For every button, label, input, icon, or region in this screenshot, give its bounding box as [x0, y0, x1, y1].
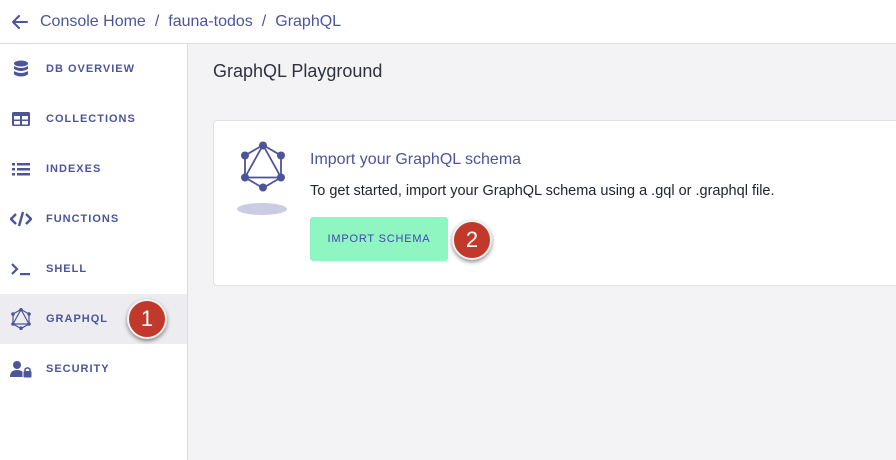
- graphql-logo-icon: [236, 141, 290, 221]
- sidebar-item-label: INDEXES: [46, 163, 102, 175]
- sidebar-item-label: GRAPHQL: [46, 313, 108, 325]
- sidebar-item-label: FUNCTIONS: [46, 213, 120, 225]
- database-icon: [10, 58, 32, 80]
- card-title: Import your GraphQL schema: [310, 151, 522, 168]
- sidebar-item-db-overview[interactable]: DB OVERVIEW: [0, 44, 187, 94]
- sidebar-item-label: DB OVERVIEW: [46, 63, 136, 75]
- table-icon: [10, 108, 32, 130]
- page-title: GraphQL Playground: [213, 61, 383, 81]
- code-icon: [10, 208, 32, 230]
- breadcrumb-separator: /: [261, 12, 267, 30]
- breadcrumb-database[interactable]: fauna-todos: [168, 13, 253, 31]
- step-badge-2: 2: [452, 220, 492, 260]
- import-schema-card: Import your GraphQL schema To get starte…: [213, 120, 896, 286]
- step-badge-1: 1: [127, 299, 167, 339]
- sidebar-item-label: SHELL: [46, 263, 88, 275]
- arrow-left-icon: [12, 14, 28, 29]
- card-description: To get started, import your GraphQL sche…: [310, 183, 775, 199]
- graphql-icon: [10, 308, 32, 330]
- breadcrumb-console-home[interactable]: Console Home: [40, 13, 146, 31]
- breadcrumb-separator: /: [154, 12, 160, 30]
- top-bar: Console Home / fauna-todos / GraphQL: [0, 0, 896, 44]
- users-lock-icon: [10, 358, 32, 380]
- sidebar-item-indexes[interactable]: INDEXES: [0, 144, 187, 194]
- terminal-icon: [10, 258, 32, 280]
- sidebar-item-shell[interactable]: SHELL: [0, 244, 187, 294]
- list-icon: [10, 158, 32, 180]
- main-content: GraphQL Playground Import your GraphQL s…: [189, 44, 896, 460]
- sidebar-item-security[interactable]: SECURITY: [0, 344, 187, 394]
- breadcrumb: Console Home / fauna-todos / GraphQL: [40, 13, 341, 31]
- sidebar-item-functions[interactable]: FUNCTIONS: [0, 194, 187, 244]
- back-button[interactable]: [0, 0, 40, 44]
- sidebar: DB OVERVIEW COLLECTIONS INDEXES FUNCTION…: [0, 44, 188, 460]
- breadcrumb-graphql[interactable]: GraphQL: [275, 13, 341, 31]
- sidebar-item-label: SECURITY: [46, 363, 110, 375]
- sidebar-item-collections[interactable]: COLLECTIONS: [0, 94, 187, 144]
- import-schema-button[interactable]: IMPORT SCHEMA: [310, 217, 448, 261]
- sidebar-item-label: COLLECTIONS: [46, 113, 136, 125]
